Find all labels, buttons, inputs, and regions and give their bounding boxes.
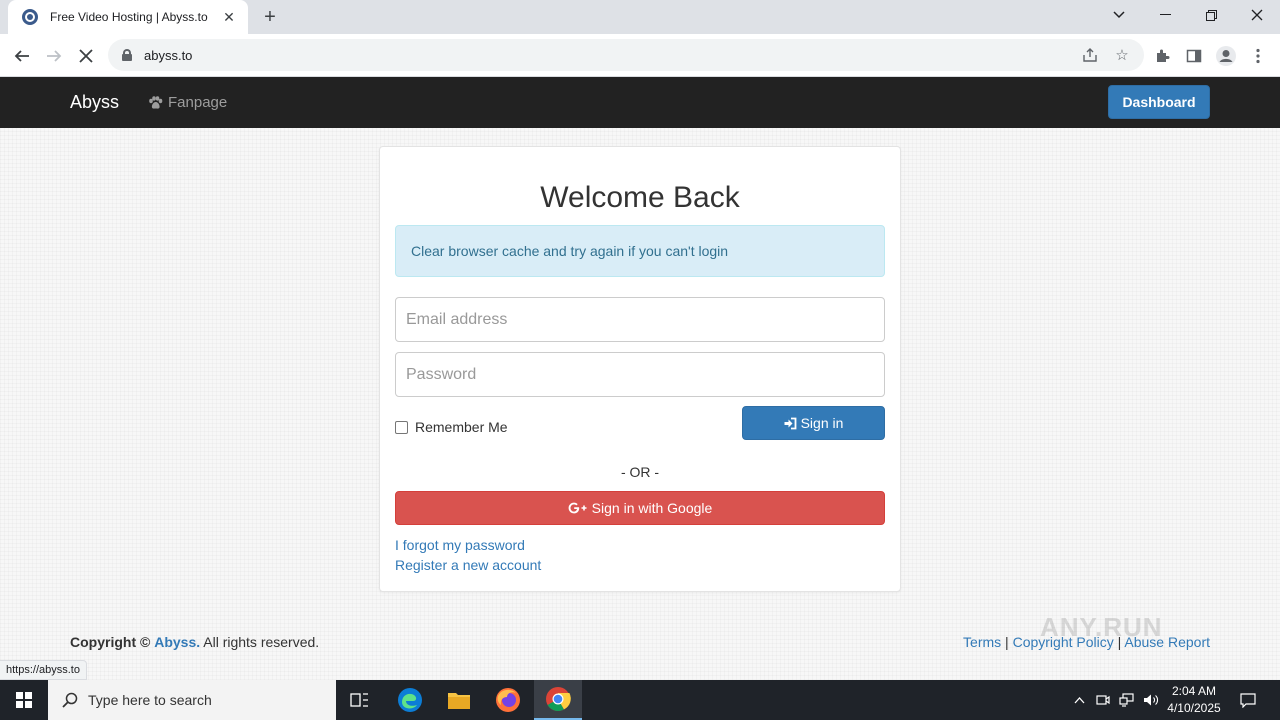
show-hidden-icons-icon[interactable] [1068, 680, 1090, 720]
network-icon[interactable] [1116, 680, 1138, 720]
meet-now-icon[interactable] [1092, 680, 1114, 720]
side-panel-icon[interactable] [1180, 42, 1208, 70]
browser-toolbar: abyss.to ☆ [0, 34, 1280, 77]
share-icon[interactable] [1080, 45, 1100, 65]
bookmark-star-icon[interactable]: ☆ [1112, 45, 1132, 65]
forward-button[interactable] [40, 42, 68, 70]
or-divider: - OR - [620, 464, 660, 480]
minimize-button[interactable] [1142, 0, 1188, 30]
extensions-icon[interactable] [1148, 42, 1176, 70]
login-panel: Welcome Back Clear browser cache and try… [379, 146, 901, 592]
browser-tabstrip: Free Video Hosting | Abyss.to ✕ + [0, 0, 1280, 34]
search-placeholder: Type here to search [88, 692, 212, 708]
notification-center-icon[interactable] [1232, 680, 1264, 720]
google-sign-in-button[interactable]: Sign in with Google [395, 491, 885, 525]
stop-loading-button[interactable] [72, 42, 100, 70]
copyright-label: Copyright © [70, 634, 151, 650]
clock-date: 4/10/2025 [1167, 701, 1221, 715]
new-tab-button[interactable]: + [258, 5, 282, 29]
browser-tab[interactable]: Free Video Hosting | Abyss.to ✕ [8, 0, 248, 34]
watermark: ANY.RUN [1040, 612, 1163, 642]
link-status-bar: https://abyss.to [0, 660, 87, 680]
register-link[interactable]: Register a new account [395, 557, 541, 573]
paw-icon [149, 95, 163, 109]
restore-button[interactable] [1188, 0, 1234, 30]
close-window-button[interactable] [1234, 0, 1280, 30]
tab-title: Free Video Hosting | Abyss.to [50, 10, 208, 24]
windows-logo-icon [16, 692, 32, 708]
footer-separator: | [1005, 634, 1009, 650]
lock-icon[interactable] [122, 49, 132, 61]
search-icon [62, 692, 78, 708]
tab-search-icon[interactable] [1096, 0, 1142, 30]
email-input[interactable] [395, 297, 885, 342]
sign-in-icon [784, 417, 796, 429]
site-favicon-icon [22, 9, 38, 25]
site-navbar: Abyss Fanpage Dashboard [0, 77, 1280, 128]
remember-me-label: Remember Me [415, 419, 508, 435]
footer-brand-link[interactable]: Abyss. [154, 634, 200, 650]
clock-time: 2:04 AM [1171, 684, 1217, 698]
google-sign-in-label: Sign in with Google [591, 500, 713, 516]
password-input[interactable] [395, 352, 885, 397]
footer-copyright: Copyright © Abyss. All rights reserved. [70, 634, 319, 650]
navbar-brand[interactable]: Abyss [70, 92, 119, 113]
google-plus-icon [568, 502, 587, 514]
remember-me-checkbox[interactable] [395, 420, 408, 434]
dashboard-button[interactable]: Dashboard [1108, 85, 1210, 119]
page-content: Welcome Back Clear browser cache and try… [0, 128, 1280, 680]
close-tab-icon[interactable]: ✕ [220, 8, 238, 26]
profile-avatar-icon[interactable] [1212, 42, 1240, 70]
page-title: Welcome Back [540, 181, 740, 214]
firefox-icon[interactable] [484, 680, 532, 720]
file-explorer-icon[interactable] [435, 680, 483, 720]
address-bar[interactable]: abyss.to ☆ [108, 39, 1144, 71]
taskbar-search[interactable]: Type here to search [48, 680, 336, 720]
fanpage-label: Fanpage [168, 94, 228, 111]
back-button[interactable] [8, 42, 36, 70]
remember-me[interactable]: Remember Me [395, 419, 508, 435]
edge-browser-icon[interactable] [386, 680, 434, 720]
alert-text: Clear browser cache and try again if you… [411, 243, 729, 259]
forgot-password-link[interactable]: I forgot my password [395, 537, 525, 553]
taskbar: Type here to search 2:04 AM 4/10/2025 [0, 680, 1280, 720]
system-clock[interactable]: 2:04 AM 4/10/2025 [1164, 683, 1224, 717]
url-text: abyss.to [144, 47, 193, 63]
chrome-taskbar-icon[interactable] [534, 680, 582, 720]
sign-in-button[interactable]: Sign in [742, 406, 885, 440]
start-button[interactable] [0, 680, 48, 720]
info-alert: Clear browser cache and try again if you… [395, 225, 885, 277]
volume-icon[interactable] [1140, 680, 1162, 720]
fanpage-link[interactable]: Fanpage [148, 94, 227, 111]
sign-in-label: Sign in [800, 415, 844, 431]
terms-link[interactable]: Terms [963, 634, 1001, 650]
task-view-icon[interactable] [336, 680, 384, 720]
chrome-menu-icon[interactable] [1244, 42, 1272, 70]
rights-text: All rights reserved. [203, 634, 320, 650]
